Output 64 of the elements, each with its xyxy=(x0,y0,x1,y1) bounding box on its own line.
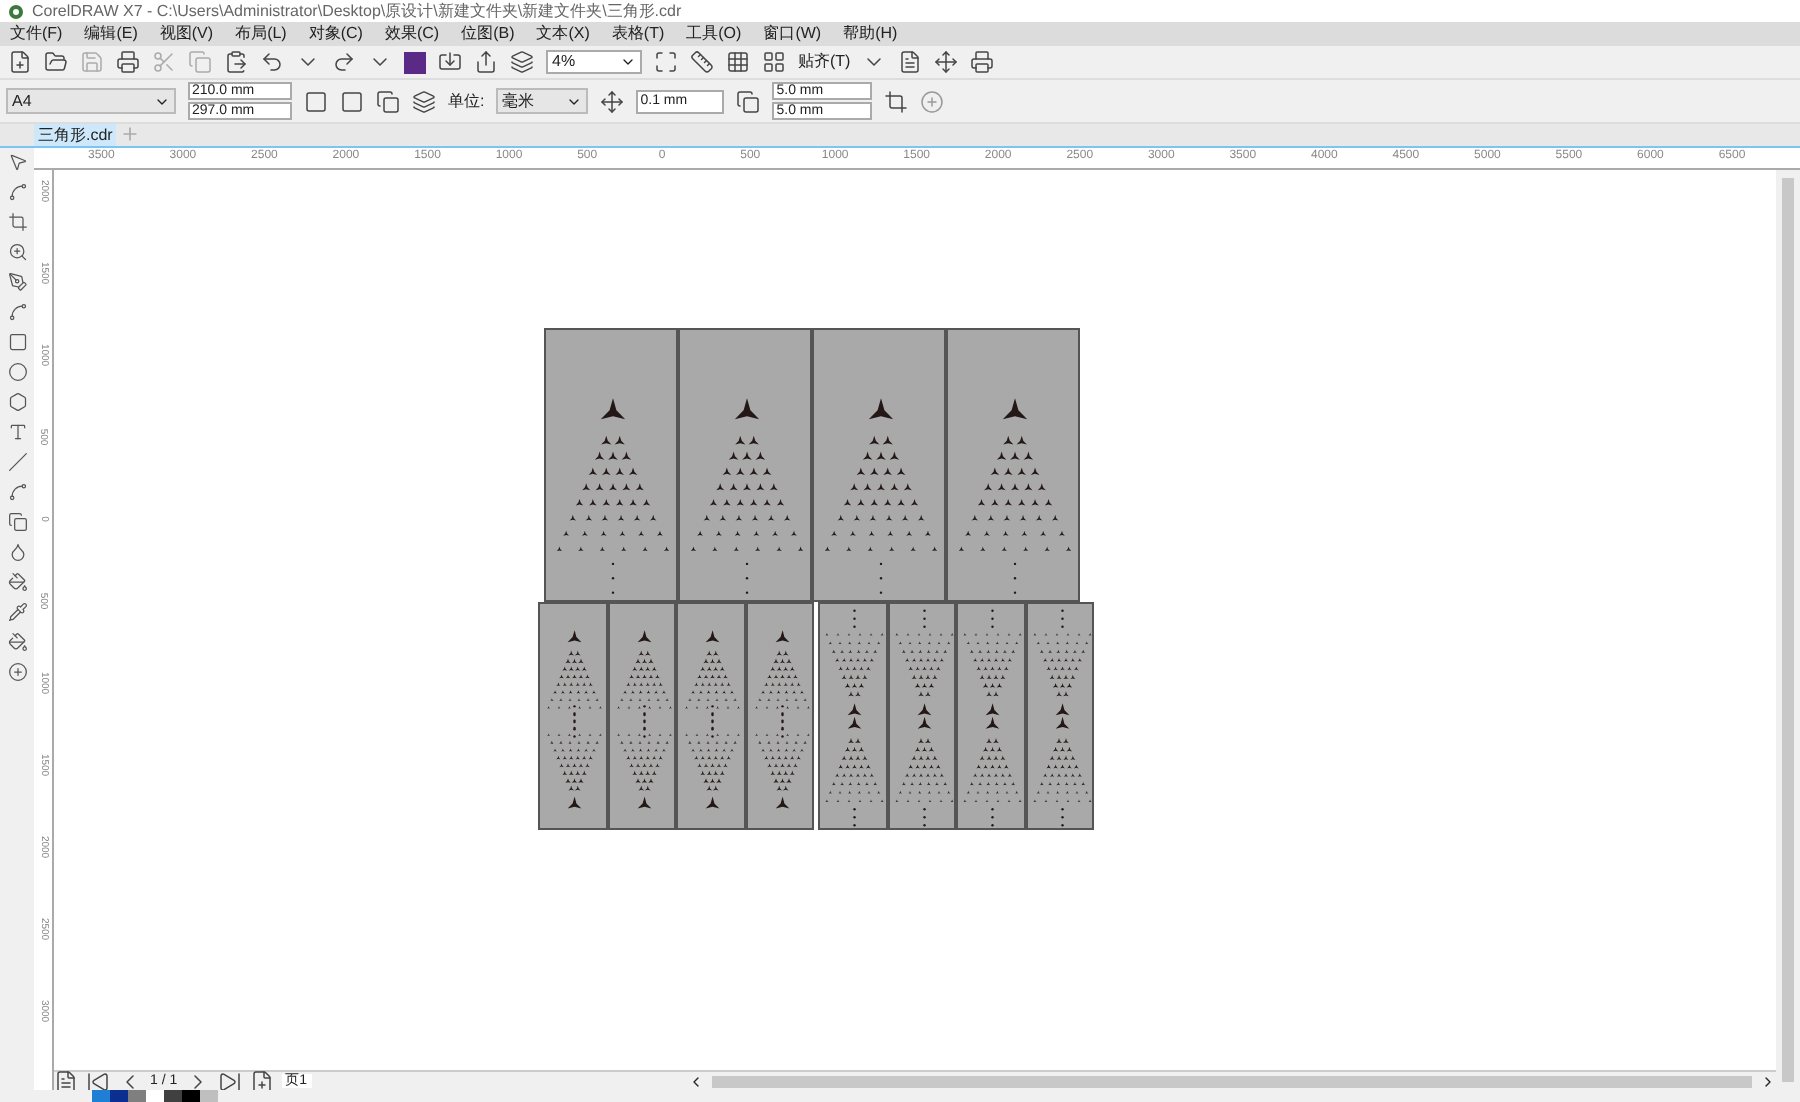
color-swatch[interactable] xyxy=(110,1090,128,1102)
print-icon[interactable] xyxy=(116,50,140,74)
full-screen-icon[interactable] xyxy=(654,50,678,74)
page-size-dropdown[interactable]: A4 xyxy=(6,88,176,114)
tool-icon[interactable] xyxy=(7,392,27,412)
tool-icon[interactable] xyxy=(7,182,27,202)
last-page-icon[interactable] xyxy=(217,1069,242,1093)
horizontal-scrollbar[interactable] xyxy=(711,1075,1752,1087)
guidelines-icon[interactable] xyxy=(762,50,786,74)
tool-icon[interactable] xyxy=(7,572,27,592)
menu-item[interactable]: 对象(C) xyxy=(308,26,363,42)
menu-item[interactable]: 视图(V) xyxy=(159,26,214,42)
nudge-icon[interactable] xyxy=(600,89,625,113)
menu-item[interactable]: 工具(O) xyxy=(686,26,742,42)
tool-icon[interactable] xyxy=(7,212,27,232)
tool-icon[interactable] xyxy=(7,302,27,322)
portrait-icon[interactable] xyxy=(304,89,328,113)
menu-item[interactable]: 效果(C) xyxy=(384,26,440,42)
menu-item[interactable]: 文件(F) xyxy=(10,26,63,42)
redo-icon[interactable] xyxy=(332,50,356,74)
color-swatch[interactable] xyxy=(128,1090,146,1102)
app-launcher-icon[interactable] xyxy=(404,51,426,73)
tool-icon[interactable] xyxy=(7,602,27,622)
color-swatch[interactable] xyxy=(92,1090,110,1102)
paste-icon[interactable] xyxy=(224,50,248,74)
tool-icon[interactable] xyxy=(7,422,27,442)
import-icon[interactable] xyxy=(438,50,462,74)
tool-icon[interactable] xyxy=(7,452,27,472)
add-page-icon[interactable] xyxy=(249,1069,274,1093)
color-swatch[interactable] xyxy=(182,1090,200,1102)
zoom-dropdown[interactable]: 4% xyxy=(546,50,642,74)
tool-icon[interactable] xyxy=(7,242,27,262)
tool-icon[interactable] xyxy=(7,542,27,562)
color-swatch[interactable] xyxy=(164,1090,182,1102)
menu-item[interactable]: 窗口(W) xyxy=(763,26,822,42)
menu-item[interactable]: 帮助(H) xyxy=(843,26,898,42)
new-document-icon[interactable] xyxy=(8,50,32,74)
grid-icon[interactable] xyxy=(726,50,750,74)
tool-icon[interactable] xyxy=(7,662,27,682)
tool-icon[interactable] xyxy=(7,632,27,652)
color-swatch[interactable] xyxy=(200,1090,218,1102)
tool-icon[interactable] xyxy=(7,482,27,502)
menu-item[interactable]: 表格(T) xyxy=(611,26,665,42)
tool-icon[interactable] xyxy=(7,272,27,292)
units-label: 单位: xyxy=(448,89,485,113)
export-icon[interactable] xyxy=(474,50,498,74)
units-dropdown[interactable]: 毫米 xyxy=(496,88,589,114)
color-swatch[interactable] xyxy=(146,1090,164,1102)
document-tab[interactable]: 三角形.cdr xyxy=(34,124,117,146)
menu-item[interactable]: 文本(X) xyxy=(536,26,590,42)
menu-item[interactable]: 位图(B) xyxy=(461,26,515,42)
ruler-icon[interactable] xyxy=(690,50,714,74)
menu-item[interactable]: 编辑(E) xyxy=(84,26,138,42)
page-icon[interactable] xyxy=(54,1069,78,1093)
tool-icon[interactable] xyxy=(7,512,27,532)
undo-icon[interactable] xyxy=(260,50,284,74)
tool-icon[interactable] xyxy=(7,152,27,172)
menu-item[interactable]: 布局(L) xyxy=(235,26,287,42)
scroll-right-icon[interactable] xyxy=(1760,1073,1776,1089)
window-title: CorelDRAW X7 - C:\Users\Administrator\Desktop\原设计\新建文件夹\新建文件夹\三角形.cdr xyxy=(32,3,682,19)
open-folder-icon[interactable] xyxy=(44,50,68,74)
snap-button[interactable]: 贴齐(T) xyxy=(798,54,851,70)
caret-icon xyxy=(620,54,636,70)
first-page-icon[interactable] xyxy=(86,1069,110,1093)
